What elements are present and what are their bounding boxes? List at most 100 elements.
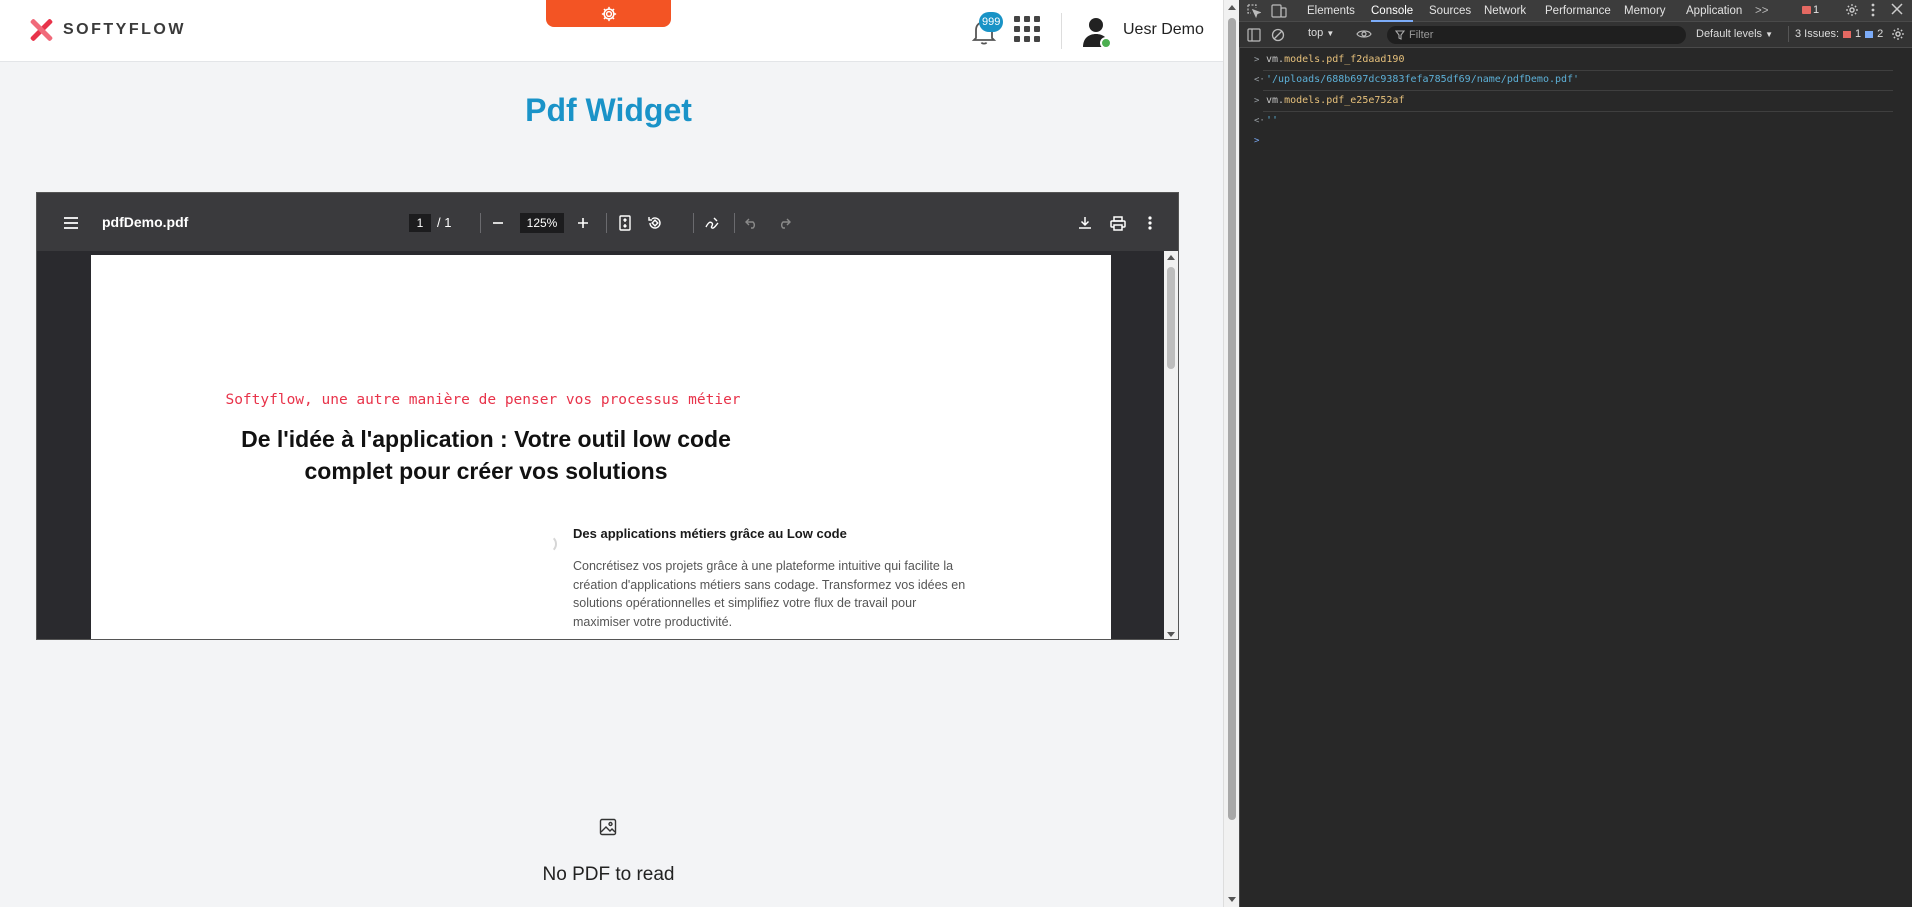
devtools-tab-console[interactable]: Console [1371,0,1414,22]
pdf-paragraph: Concrétisez vos projets grâce à une plat… [573,559,966,629]
issues-info-count: 2 [1877,28,1884,40]
image-placeholder-icon [599,818,617,836]
devtools-tab-performance[interactable]: Performance [1545,0,1611,22]
zoom-level[interactable]: 125% [520,213,564,233]
devtools-panel: Elements Console Sources Network Perform… [1239,0,1912,907]
scroll-down-icon[interactable] [1167,632,1175,637]
fit-page-button[interactable] [614,212,636,234]
chevron-down-icon: ▼ [1326,29,1335,38]
issues-counter[interactable]: 3 Issues: 1 2 [1795,28,1883,40]
softyflow-logo-icon [29,18,54,42]
log-levels-value: Default levels [1696,28,1763,40]
fit-page-icon [619,215,631,231]
page-number-input[interactable]: 1 [409,214,431,232]
pdf-page-area[interactable]: Softyflow, une autre manière de penser v… [37,251,1178,639]
download-button[interactable] [1074,212,1096,234]
more-tabs-chevron-icon[interactable]: >> [1755,0,1768,22]
chevron-down-icon: ▼ [1765,30,1774,39]
rotate-icon [648,217,661,229]
loading-spinner-icon [539,535,557,553]
scrollbar-thumb[interactable] [1167,267,1175,369]
online-status-dot [1100,37,1112,49]
scroll-down-icon[interactable] [1228,897,1236,902]
pdf-viewer: pdfDemo.pdf 1 / 1 125% Softyflow, une au… [36,192,1179,640]
annotate-button[interactable] [701,212,723,234]
filter-placeholder: Filter [1409,29,1434,41]
sidebar-icon [1247,28,1261,42]
user-name[interactable]: Uesr Demo [1123,21,1204,39]
pen-icon [705,217,719,229]
console-object: vm. [1266,95,1285,106]
result-arrow-icon: <· [1254,75,1265,85]
error-counter[interactable]: 1 [1802,4,1819,16]
console-sidebar-button[interactable] [1247,28,1261,45]
softyflow-logo[interactable]: SOFTYFLOW [29,18,186,42]
page-scrollbar[interactable] [1223,0,1239,907]
pdf-scrollbar[interactable] [1164,251,1178,639]
redo-button[interactable] [773,212,795,234]
devtools-menu-button[interactable] [1871,3,1875,20]
issues-error-count: 1 [1855,28,1862,40]
live-expression-button[interactable] [1356,28,1372,43]
clear-console-button[interactable] [1271,28,1285,45]
minus-icon [493,222,503,224]
console-result[interactable]: <· '/uploads/688b697dc9383fefa785df69/na… [1239,70,1912,90]
prompt-chevron-icon: > [1254,136,1260,146]
download-icon [1079,217,1091,229]
gear-icon [1846,4,1858,16]
expand-chevron-icon: > [1254,96,1260,106]
devtools-close-button[interactable] [1891,3,1903,18]
print-button[interactable] [1107,212,1129,234]
page-total: / 1 [437,215,452,230]
no-pdf-message: No PDF to read [542,864,675,885]
zoom-out-button[interactable] [487,212,509,234]
sidebar-toggle-button[interactable] [60,212,82,234]
pdf-subheading: Des applications métiers grâce au Low co… [573,526,847,541]
settings-tab-button[interactable] [546,0,671,27]
redo-icon [781,218,791,229]
zoom-in-button[interactable] [572,212,594,234]
error-flag-icon [1802,6,1811,14]
console-prompt[interactable]: > [1239,131,1912,151]
console-value: '/uploads/688b697dc9383fefa785df69/name/… [1266,74,1580,85]
devtools-tab-sources[interactable]: Sources [1429,0,1471,22]
more-vertical-icon [1871,3,1875,17]
undo-icon [745,218,755,229]
console-value: '' [1266,115,1279,126]
pdf-tagline: Softyflow, une autre manière de penser v… [225,392,741,408]
console-entry[interactable]: > vm.models.pdf_e25e752af [1239,91,1912,111]
pdf-page: Softyflow, une autre manière de penser v… [91,255,1111,639]
log-levels-dropdown[interactable]: Default levels ▼ [1696,28,1773,40]
page-scrollbar-thumb[interactable] [1228,18,1236,820]
undo-button[interactable] [741,212,763,234]
devtools-tab-application[interactable]: Application [1686,0,1742,22]
hamburger-menu-icon [64,217,78,229]
context-value: top [1308,27,1324,39]
devtools-tab-memory[interactable]: Memory [1624,0,1666,22]
expand-chevron-icon: > [1254,55,1260,65]
devtools-tab-network[interactable]: Network [1484,0,1526,22]
devtools-tab-elements[interactable]: Elements [1307,0,1355,22]
toolbar-divider [480,213,481,233]
scroll-up-icon[interactable] [1167,255,1175,260]
apps-grid-button[interactable] [1014,16,1040,42]
inspect-element-button[interactable] [1247,4,1262,21]
scroll-up-icon[interactable] [1228,5,1236,10]
console-entry[interactable]: > vm.models.pdf_f2daad190 [1239,50,1912,70]
grid-icon [1014,16,1020,22]
console-settings-button[interactable] [1891,27,1905,44]
more-options-button[interactable] [1139,212,1161,234]
console-toolbar: top ▼ Filter Default levels ▼ 3 Issues: … [1239,22,1912,48]
error-count: 1 [1813,4,1820,16]
context-selector[interactable]: top ▼ [1308,27,1334,39]
device-toolbar-button[interactable] [1271,4,1287,21]
pdf-heading: De l'idée à l'application : Votre outil … [241,426,731,484]
console-result[interactable]: <· '' [1239,111,1912,131]
notifications-badge: 999 [979,12,1004,32]
console-filter-input[interactable]: Filter [1387,26,1686,44]
devtools-settings-button[interactable] [1845,3,1859,20]
gear-icon [1892,28,1904,40]
issue-info-icon [1865,30,1874,38]
page-title: Pdf Widget [525,92,692,128]
rotate-button[interactable] [644,212,666,234]
